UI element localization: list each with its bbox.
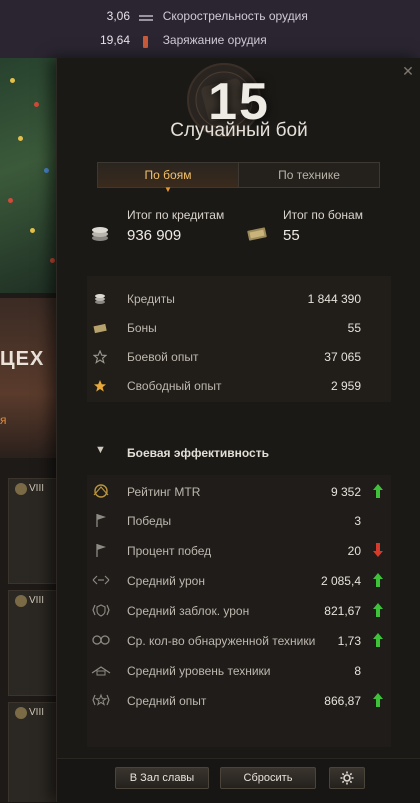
- chevron-down-icon: ▼: [95, 444, 106, 456]
- trend-up-icon: [373, 573, 383, 587]
- trend-up-icon: [373, 633, 383, 647]
- list-item: Свободный опыт 2 959: [87, 372, 391, 400]
- nation-emblem-icon: [15, 707, 27, 719]
- tier-icon: [91, 666, 111, 676]
- tab-by-battles[interactable]: По боям ▼: [98, 163, 239, 194]
- win-rate-flag-icon: [96, 544, 106, 557]
- vehicle-stats-background: 3,06 Скорострельность орудия 19,64 Заряж…: [0, 0, 420, 58]
- star-outline-icon: [93, 350, 107, 364]
- hall-of-fame-button[interactable]: В Зал славы: [115, 767, 209, 789]
- credits-icon: [92, 227, 108, 241]
- trend-up-icon: [373, 603, 383, 617]
- gear-icon: [340, 771, 354, 785]
- stat-row-reload: 19,64 Заряжание орудия: [99, 33, 267, 48]
- resources-list: Кредиты 1 844 390 Боны 55 Боевой опыт 37…: [87, 276, 391, 402]
- trend-up-icon: [373, 693, 383, 707]
- action-bar: В Зал славы Сбросить: [57, 758, 420, 803]
- mtr-rating-icon: [93, 484, 109, 498]
- efficiency-list: Рейтинг MTR 9 352 Победы 3 Процент побед…: [87, 475, 391, 747]
- credits-total: Итог по кредитам 936 909: [127, 208, 225, 244]
- list-item: Средний заблок. урон 821,67: [87, 597, 391, 625]
- list-item: Победы 3: [87, 507, 391, 535]
- list-item: Кредиты 1 844 390: [87, 285, 391, 313]
- list-item: Рейтинг MTR 9 352: [87, 478, 391, 506]
- damage-icon: [92, 575, 110, 585]
- list-item: Процент побед 20: [87, 537, 391, 565]
- spotted-icon: [92, 635, 110, 645]
- gun-rate-icon: [139, 12, 154, 22]
- trend-up-icon: [373, 484, 383, 498]
- list-item: Средний уровень техники 8: [87, 657, 391, 685]
- stat-row-rate-of-fire: 3,06 Скорострельность орудия: [106, 9, 308, 23]
- vehicle-card[interactable]: VIII: [8, 590, 62, 696]
- star-gold-icon: [94, 380, 106, 392]
- tab-by-vehicles[interactable]: По технике: [239, 163, 379, 187]
- bonds-icon: [93, 323, 107, 334]
- credits-icon: [95, 294, 105, 304]
- bonds-total: Итог по бонам 55: [283, 208, 363, 244]
- bonds-icon: [247, 227, 267, 241]
- reset-button[interactable]: Сбросить: [220, 767, 316, 789]
- tab-active-caret-icon: ▼: [164, 185, 172, 194]
- list-item: Средний опыт 866,87: [87, 687, 391, 715]
- settings-button[interactable]: [329, 767, 365, 789]
- list-item: Боевой опыт 37 065: [87, 343, 391, 371]
- holiday-tree-image: [0, 58, 62, 293]
- efficiency-section-toggle[interactable]: ▼ Боевая эффективность: [87, 440, 391, 466]
- view-tabs: По боям ▼ По технике: [97, 162, 380, 194]
- session-stats-panel: ✕ 15 Случайный бой По боям ▼ По технике …: [56, 58, 420, 803]
- blocked-damage-icon: [92, 604, 110, 617]
- list-item: Боны 55: [87, 314, 391, 342]
- nation-emblem-icon: [15, 595, 27, 607]
- avg-exp-icon: [92, 693, 110, 706]
- nation-emblem-icon: [15, 483, 27, 495]
- reload-icon: [139, 35, 153, 48]
- vehicle-card[interactable]: VIII: [8, 702, 62, 802]
- event-banner[interactable]: ЦЕХ я: [0, 298, 62, 458]
- battle-type-title: Случайный бой: [170, 120, 308, 141]
- list-item: Средний урон 2 085,4: [87, 567, 391, 595]
- trend-down-icon: [373, 543, 383, 557]
- garage-background: ЦЕХ я VIII VIII VIII: [0, 58, 62, 802]
- list-item: Ср. кол-во обнаруженной техники 1,73: [87, 627, 391, 655]
- vehicle-card[interactable]: VIII: [8, 478, 62, 584]
- victory-flag-icon: [96, 514, 106, 527]
